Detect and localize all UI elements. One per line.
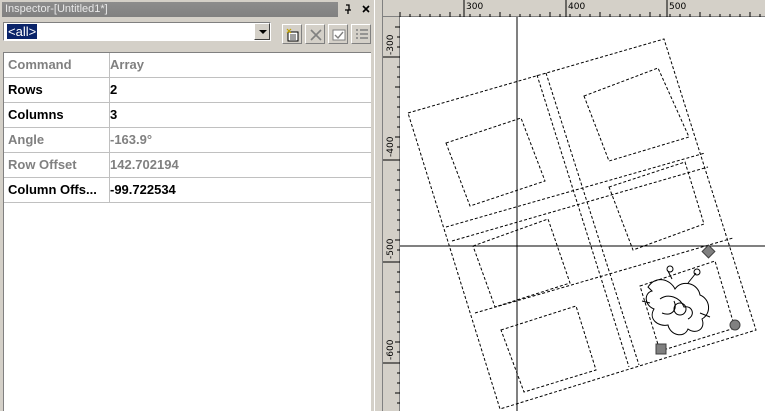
property-key: Column Offs... [4, 178, 110, 202]
inspector-title: Inspector-[Untitled1*] [5, 3, 108, 15]
check-icon [332, 29, 346, 41]
property-key: Columns [4, 103, 110, 127]
property-key: Angle [4, 128, 110, 152]
ruler-horizontal: 300 400 500 [383, 0, 765, 17]
ruler-vertical: -300 -400 -500 -600 [383, 17, 400, 411]
table-row[interactable]: Row Offset 142.702194 [4, 153, 371, 178]
tile [445, 117, 546, 207]
panel-splitter[interactable] [374, 0, 383, 411]
new-icon [286, 28, 299, 42]
tile [639, 260, 736, 352]
property-value[interactable]: 2 [106, 78, 370, 102]
table-row[interactable]: Angle -163.9° [4, 128, 371, 153]
grid-line [451, 166, 709, 242]
tile [608, 161, 705, 251]
table-row[interactable]: Column Offs... -99.722534 [4, 178, 371, 203]
scale-handle [729, 319, 741, 331]
list-view-button[interactable] [351, 24, 371, 44]
list-icon [356, 29, 368, 39]
grid-line [536, 74, 630, 368]
table-row[interactable]: Columns 3 [4, 103, 371, 128]
property-key: Rows [4, 78, 110, 102]
pin-icon[interactable] [342, 3, 356, 16]
ruler-label: 400 [568, 2, 586, 12]
delete-button[interactable] [305, 24, 325, 44]
design-canvas[interactable] [400, 17, 765, 411]
new-item-button[interactable] [282, 24, 302, 44]
selection-value: <all> [7, 24, 38, 39]
ruler-label: -400 [386, 136, 396, 157]
tile [500, 305, 597, 393]
property-key: Row Offset [4, 153, 110, 177]
move-handle [655, 343, 667, 355]
ruler-label: -300 [386, 34, 396, 55]
property-key: Command [4, 53, 110, 77]
property-value[interactable]: -99.722534 [106, 178, 370, 202]
table-row[interactable]: Rows 2 [4, 78, 371, 103]
chevron-down-icon [259, 30, 267, 34]
ruler-label: 500 [669, 2, 687, 12]
ruler-label: 300 [466, 2, 484, 12]
title-bar-fill: Inspector-[Untitled1*] [2, 2, 338, 17]
delete-icon [310, 29, 322, 41]
inspector-titlebar[interactable]: Inspector-[Untitled1*] [0, 0, 374, 21]
table-row[interactable]: Command Array [4, 53, 371, 78]
close-icon[interactable] [359, 3, 373, 16]
property-grid: Command Array Rows 2 Columns 3 Angle -16… [3, 52, 371, 411]
tile [472, 218, 571, 308]
ruler-label: -600 [386, 339, 396, 360]
property-value[interactable]: Array [106, 53, 370, 77]
selection-combo[interactable]: <all> [3, 22, 271, 41]
combo-dropdown-button[interactable] [254, 23, 270, 40]
rotate-handle [701, 244, 716, 259]
tile [583, 67, 690, 162]
inspector-panel: Inspector-[Untitled1*] <all> Command Arr… [0, 0, 374, 411]
property-value[interactable]: 3 [106, 103, 370, 127]
property-value[interactable]: -163.9° [106, 128, 370, 152]
ruler-label: -500 [386, 238, 396, 259]
property-value[interactable]: 142.702194 [106, 153, 370, 177]
apply-button[interactable] [328, 24, 348, 44]
